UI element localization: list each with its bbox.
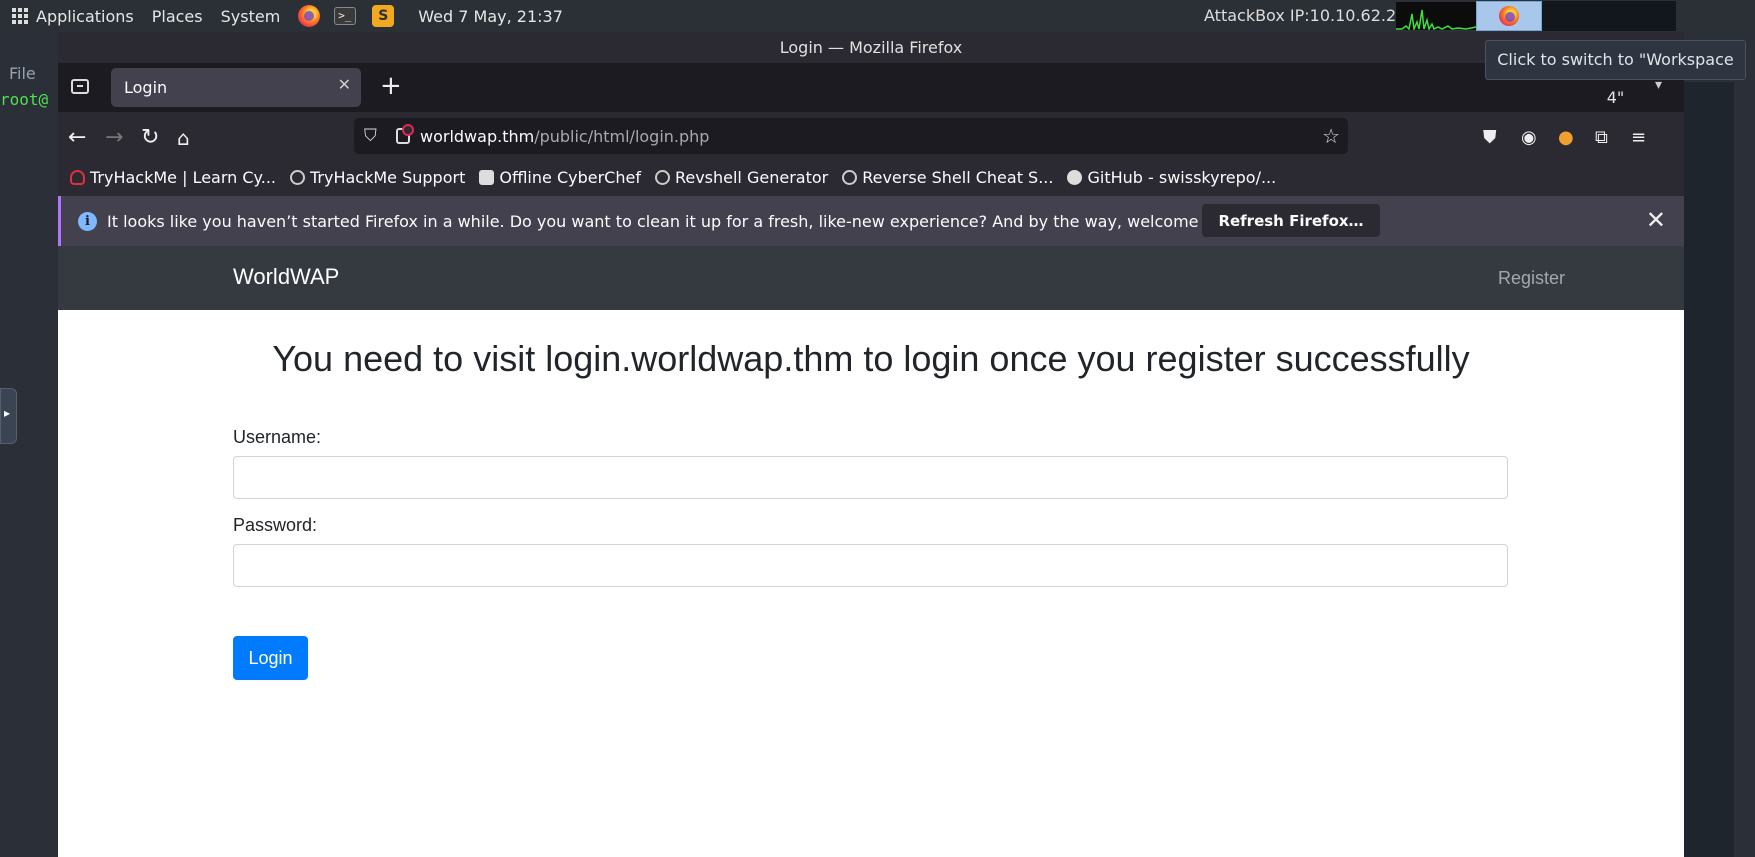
- sublime-launcher-icon[interactable]: S: [372, 5, 395, 27]
- side-panel-handle[interactable]: [0, 388, 17, 444]
- firefox-window-icon: [1499, 6, 1519, 26]
- back-arrow-icon[interactable]: ←: [68, 126, 86, 150]
- site-brand[interactable]: WorldWAP: [233, 264, 339, 290]
- bookmark-revshell-generator[interactable]: Revshell Generator: [654, 167, 829, 187]
- tracking-shield-icon[interactable]: ⛉: [364, 126, 382, 146]
- close-icon[interactable]: ✕: [338, 75, 351, 94]
- bookmark-label: GitHub - swisskyrepo/...: [1087, 167, 1277, 187]
- extensions-puzzle-icon[interactable]: ⧉: [1595, 128, 1608, 148]
- chef-icon: [479, 169, 495, 185]
- url-host: worldwap.thm: [420, 126, 535, 146]
- menu-applications[interactable]: Applications: [36, 0, 134, 32]
- clock[interactable]: Wed 7 May, 21:37: [418, 0, 563, 32]
- new-tab-icon[interactable]: +: [380, 71, 402, 101]
- url-bar[interactable]: ⛉ worldwap.thm/public/html/login.php ☆: [354, 118, 1348, 154]
- bookmark-tryhackme-support[interactable]: TryHackMe Support: [290, 168, 465, 187]
- tryhackme-icon: [70, 169, 85, 185]
- refresh-firefox-button[interactable]: Refresh Firefox…: [1202, 204, 1380, 237]
- site-navbar: WorldWAP Register: [58, 246, 1684, 310]
- close-icon[interactable]: ✕: [1646, 206, 1666, 234]
- window-title: Login — Mozilla Firefox: [58, 32, 1684, 63]
- bookmark-star-icon[interactable]: ☆: [1322, 124, 1340, 148]
- bookmarks-toolbar: TryHackMe | Learn Cy... TryHackMe Suppor…: [58, 158, 1684, 196]
- username-label: Username:: [233, 427, 322, 447]
- bookmark-tryhackme[interactable]: TryHackMe | Learn Cy...: [70, 168, 276, 187]
- extension-cookie-icon[interactable]: ●: [1558, 128, 1574, 148]
- globe-icon: [842, 169, 858, 185]
- terminal-prompt: root@: [0, 90, 49, 109]
- bookmark-label: TryHackMe Support: [310, 167, 466, 187]
- tab-bar: Login ✕ + ▾: [58, 63, 1684, 112]
- attackbox-ip: AttackBox IP:10.10.62.23: [1204, 6, 1407, 25]
- web-content: WorldWAP Register You need to visit logi…: [58, 246, 1684, 857]
- menu-places[interactable]: Places: [152, 0, 203, 32]
- register-link[interactable]: Register: [1498, 268, 1565, 289]
- hamburger-menu-icon[interactable]: ≡: [1631, 128, 1646, 148]
- menu-system[interactable]: System: [221, 0, 281, 32]
- support-icon: [290, 169, 305, 185]
- password-label: Password:: [233, 515, 318, 535]
- info-icon: i: [78, 211, 97, 231]
- url-path: /public/html/login.php: [534, 126, 710, 146]
- notification-message: It looks like you haven’t started Firefo…: [107, 211, 1249, 231]
- apps-grid-icon[interactable]: [12, 8, 28, 24]
- insecure-lock-icon[interactable]: [396, 124, 414, 144]
- refresh-notification-bar: i It looks like you haven’t started Fire…: [58, 196, 1684, 246]
- username-input[interactable]: [233, 456, 1508, 499]
- globe-icon: [654, 169, 670, 185]
- workspace-tooltip: Click to switch to "Workspace 4": [1485, 40, 1746, 107]
- bookmark-label: Reverse Shell Cheat S...: [862, 167, 1054, 187]
- home-icon[interactable]: ⌂: [177, 126, 190, 150]
- terminal-file-menu[interactable]: File: [9, 64, 36, 83]
- page-headline: You need to visit login.worldwap.thm to …: [272, 338, 1470, 379]
- tab-overview-icon[interactable]: [71, 79, 89, 94]
- terminal-launcher-icon[interactable]: >_: [334, 7, 357, 25]
- forward-arrow-icon[interactable]: →: [105, 126, 123, 150]
- bookmark-reverse-shell-cheat[interactable]: Reverse Shell Cheat S...: [842, 168, 1053, 187]
- terminal-window: [0, 32, 58, 857]
- reload-icon[interactable]: ↻: [141, 126, 159, 150]
- bookmark-github[interactable]: GitHub - swisskyrepo/...: [1067, 168, 1276, 187]
- pocket-icon[interactable]: ⛊: [1483, 128, 1497, 148]
- bookmark-label: Revshell Generator: [674, 167, 829, 187]
- login-button[interactable]: Login: [233, 636, 308, 680]
- bookmark-cyberchef[interactable]: Offline CyberChef: [479, 168, 641, 187]
- github-icon: [1067, 169, 1083, 185]
- background-window-panel: [1684, 82, 1734, 857]
- tab-label: Login: [124, 78, 168, 97]
- workspace-switcher[interactable]: [1542, 1, 1676, 31]
- firefox-window: Login — Mozilla Firefox Login ✕ + ▾ ← → …: [58, 32, 1684, 857]
- bookmark-label: Offline CyberChef: [499, 167, 641, 187]
- password-input[interactable]: [233, 544, 1508, 587]
- account-icon[interactable]: ◉: [1521, 128, 1537, 148]
- firefox-launcher-icon[interactable]: [298, 5, 321, 27]
- workspace-switcher-active[interactable]: [1476, 1, 1542, 31]
- bookmark-label: TryHackMe | Learn Cy...: [90, 167, 276, 187]
- tab-login[interactable]: Login ✕: [111, 68, 361, 107]
